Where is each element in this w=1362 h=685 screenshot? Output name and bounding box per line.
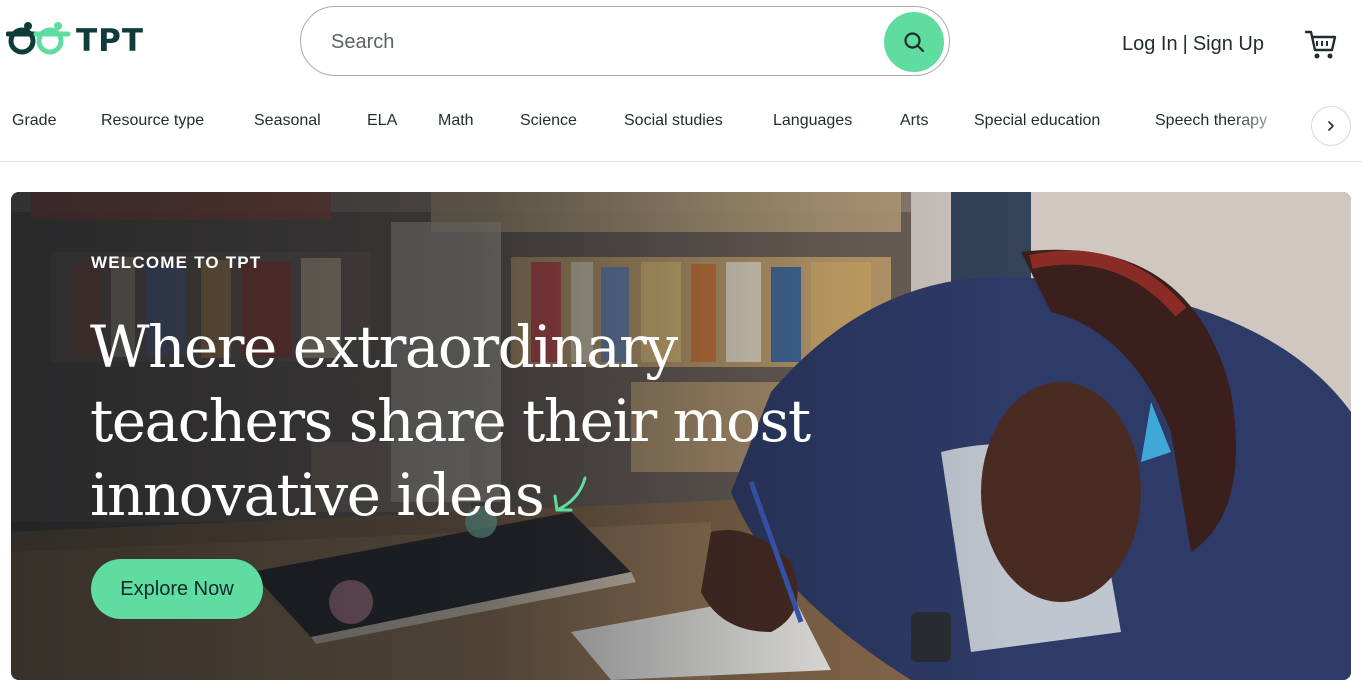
search-bar: [300, 6, 950, 76]
nav-next-button[interactable]: [1311, 106, 1351, 146]
nav-item-seasonal[interactable]: Seasonal: [254, 112, 321, 130]
hero-title: Where extraordinary teachers share their…: [90, 310, 811, 532]
search-input[interactable]: [331, 25, 871, 59]
curved-arrow-icon: [553, 476, 587, 512]
tpt-logo[interactable]: TPT: [6, 20, 144, 62]
nav-item-arts[interactable]: Arts: [900, 112, 928, 130]
hero-title-line: innovative ideas: [90, 458, 810, 532]
nav-item-special-education[interactable]: Special education: [974, 112, 1100, 130]
explore-now-button[interactable]: Explore Now: [91, 559, 263, 619]
search-icon: [904, 32, 925, 53]
signup-link[interactable]: Sign Up: [1193, 33, 1264, 56]
hero-title-line: teachers share their most: [90, 387, 811, 455]
cart-icon: [1304, 30, 1337, 59]
logo-mark-icon: [6, 22, 71, 55]
auth-links: Log In | Sign Up: [1122, 33, 1264, 56]
site-header: TPT Log In | Sign Up: [0, 0, 1362, 90]
nav-divider: [0, 161, 1362, 162]
hero-title-line: Where extraordinary: [90, 313, 678, 381]
hero-title-line-text: innovative ideas: [90, 461, 545, 529]
cart-button[interactable]: [1304, 28, 1338, 62]
nav-item-science[interactable]: Science: [520, 112, 577, 130]
hero-eyebrow: WELCOME TO TPT: [91, 253, 262, 272]
nav-item-social-studies[interactable]: Social studies: [624, 112, 723, 130]
chevron-right-icon: [1328, 121, 1334, 131]
nav-item-grade[interactable]: Grade: [12, 112, 56, 130]
login-link[interactable]: Log In: [1122, 33, 1178, 56]
nav-item-resource-type[interactable]: Resource type: [101, 112, 204, 130]
hero-banner: WELCOME TO TPT Where extraordinary teach…: [11, 192, 1351, 680]
auth-separator: |: [1182, 33, 1188, 55]
nav-item-ela[interactable]: ELA: [367, 112, 397, 130]
nav-item-languages[interactable]: Languages: [773, 112, 852, 130]
category-nav: Grade Resource type Seasonal ELA Math Sc…: [0, 104, 1362, 146]
logo-wordmark: TPT: [76, 23, 145, 59]
search-button[interactable]: [884, 12, 944, 72]
nav-item-math[interactable]: Math: [438, 112, 474, 130]
nav-item-speech-therapy[interactable]: Speech therapy: [1155, 112, 1267, 130]
